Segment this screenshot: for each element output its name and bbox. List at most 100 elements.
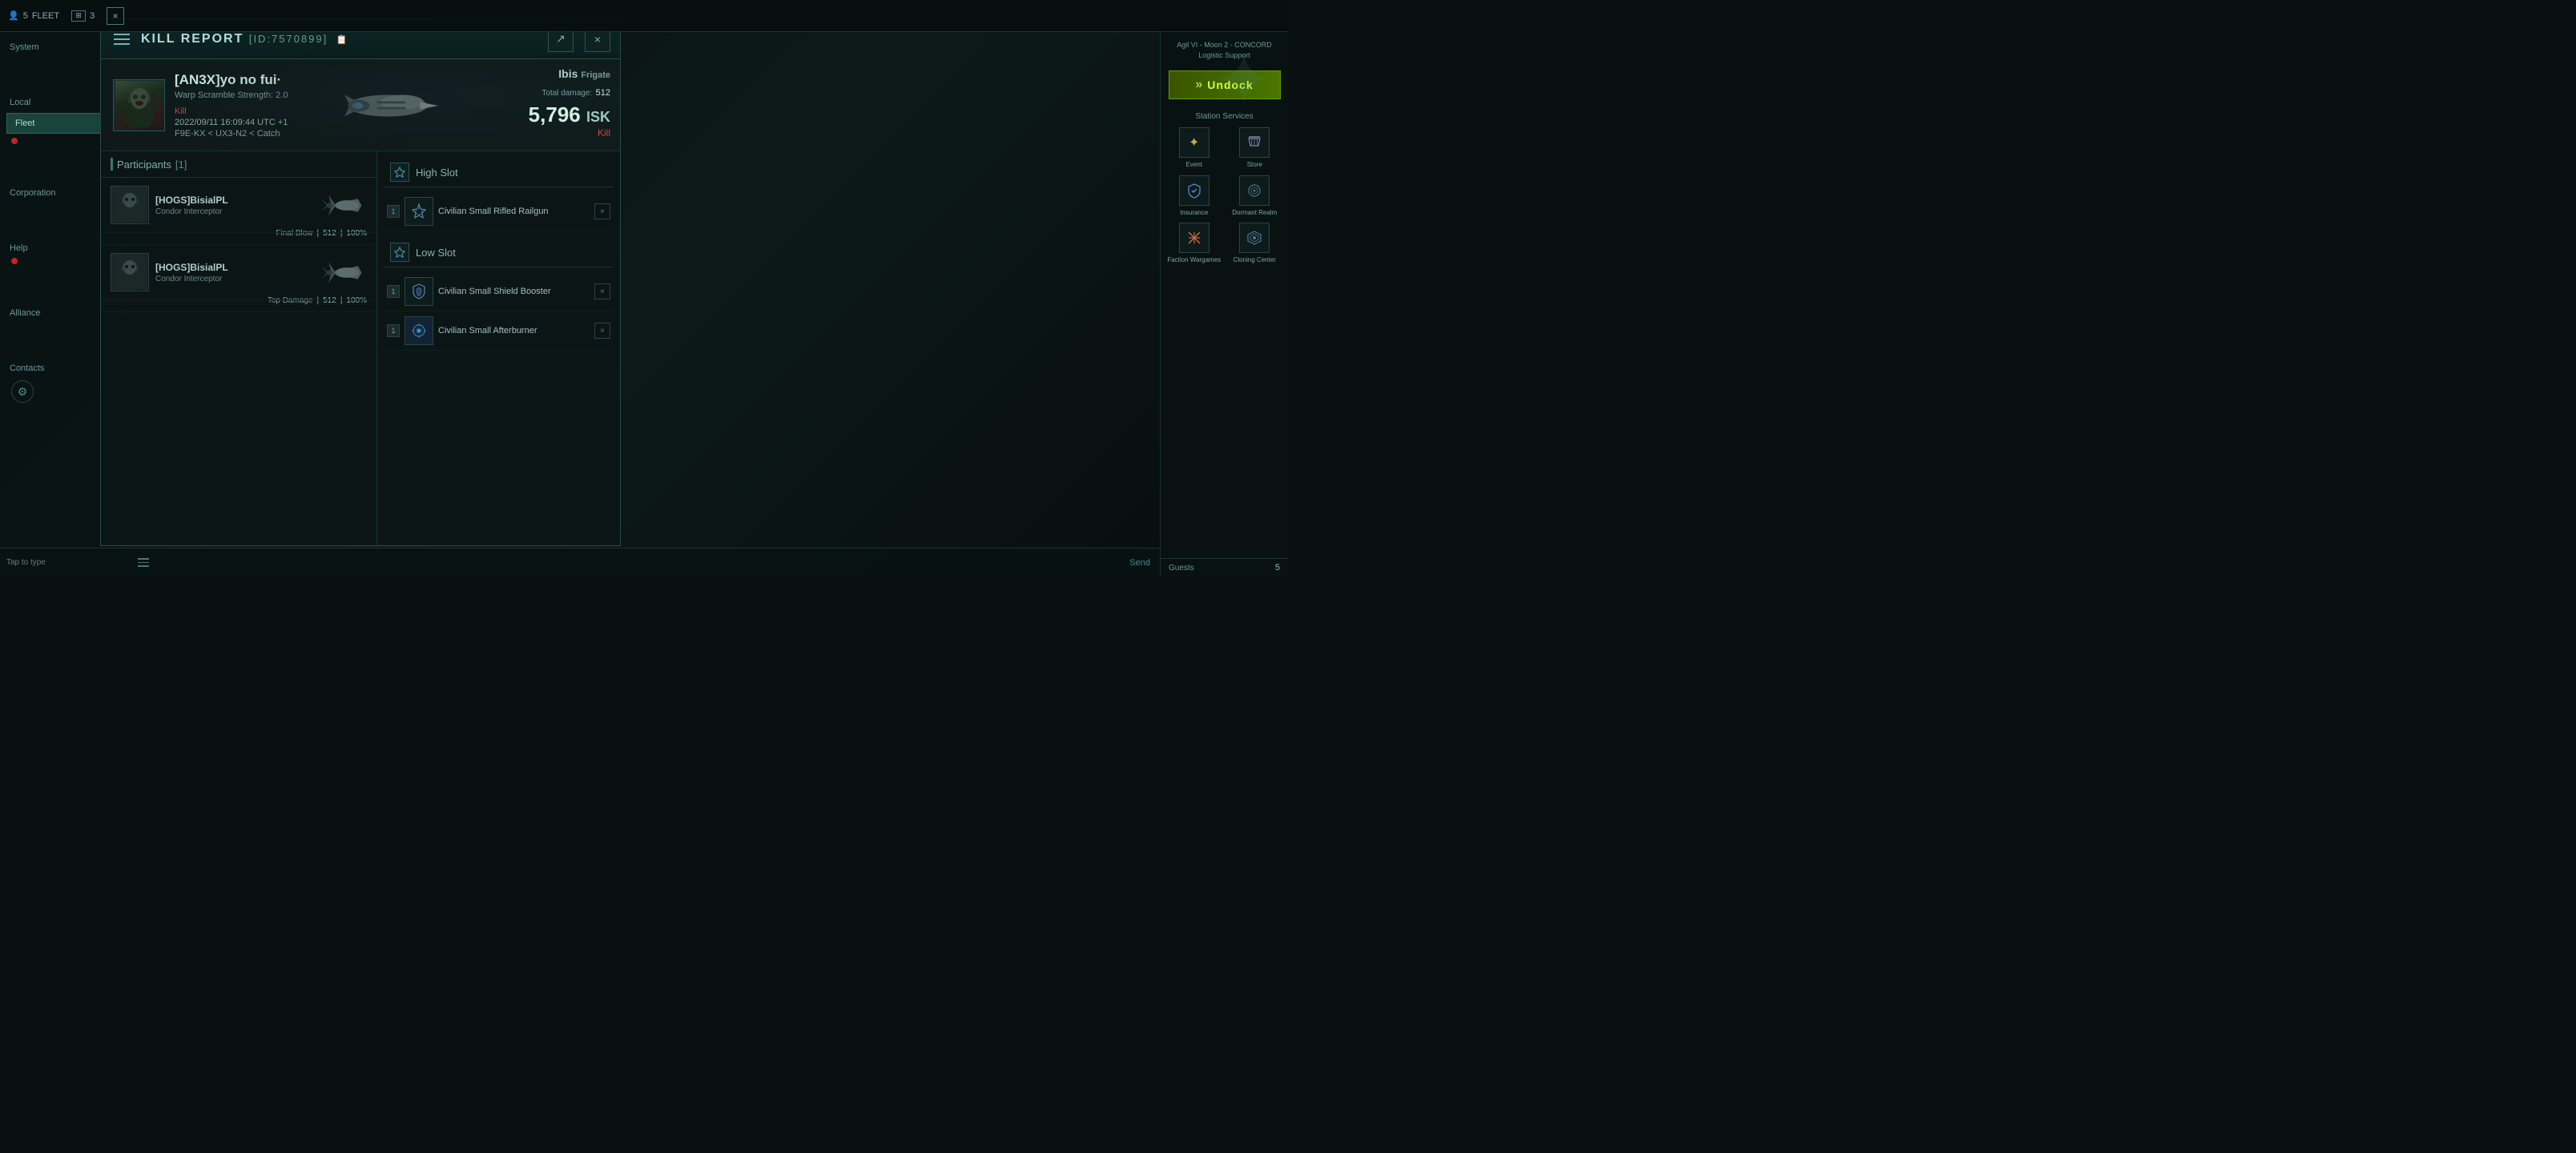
guests-row: Guests 5 xyxy=(1161,558,1288,576)
high-slot-icon xyxy=(390,163,409,182)
service-item-dormant[interactable]: Dormant Realm xyxy=(1228,175,1282,217)
send-menu-button[interactable] xyxy=(138,558,149,567)
ship-svg xyxy=(316,70,460,142)
chat-input-area xyxy=(0,548,128,576)
top-bar: 👤 5 FLEET ⊞ 3 × xyxy=(0,0,1288,32)
kill-report-dialog: KILL REPORT [ID:7570899] 📋 ↗ × xyxy=(100,18,621,546)
cloning-icon xyxy=(1239,223,1270,253)
shield-booster-name: Civilian Small Shield Booster xyxy=(438,287,590,296)
participant-item-2[interactable]: [HOGS]BisialPL Condor Interceptor xyxy=(101,245,376,300)
railgun-name: Civilian Small Rifled Railgun xyxy=(438,207,590,216)
store-label: Store xyxy=(1247,161,1262,169)
kill-type-label: Kill xyxy=(529,127,610,139)
event-label: Event xyxy=(1186,161,1202,169)
service-item-insurance[interactable]: Insurance xyxy=(1167,175,1222,217)
victim-avatar xyxy=(113,79,165,131)
participant-1-ship-img xyxy=(319,189,367,221)
store-icon xyxy=(1239,127,1270,158)
shield-close-button[interactable]: × xyxy=(594,283,610,299)
participants-panel: Participants [1] [HOGS]BisialPL xyxy=(101,151,377,545)
afterburner-close-button[interactable]: × xyxy=(594,323,610,339)
participant-2-avatar xyxy=(111,253,149,291)
service-grid: ✦ Event Store Insur xyxy=(1161,121,1288,271)
screen-item[interactable]: ⊞ 3 xyxy=(71,10,95,22)
insurance-icon xyxy=(1179,175,1210,206)
dormant-label: Dormant Realm xyxy=(1232,209,1277,217)
guests-count: 5 xyxy=(1275,563,1280,572)
topbar-close-button[interactable]: × xyxy=(107,7,124,25)
participant-2-info: [HOGS]BisialPL Condor Interceptor xyxy=(155,262,312,283)
fleet-icon-item[interactable]: 👤 5 FLEET xyxy=(8,10,59,21)
guests-label: Guests xyxy=(1169,564,1194,572)
screen-icon: ⊞ xyxy=(71,10,86,22)
participants-count: [1] xyxy=(175,159,187,171)
high-slot-header: High Slot xyxy=(384,158,614,187)
low-slot-icon xyxy=(390,243,409,262)
faction-icon xyxy=(1179,223,1210,253)
module-row-afterburner: 1 Civilian Small Afterburner xyxy=(384,311,614,351)
ship-class: Frigate xyxy=(581,70,610,80)
railgun-close-button[interactable]: × xyxy=(594,203,610,219)
send-button[interactable]: Send xyxy=(1129,558,1150,568)
screen-count: 3 xyxy=(90,11,95,21)
module-row-shield: 1 Civilian Small Shield Booster × xyxy=(384,272,614,311)
railgun-icon xyxy=(405,197,433,226)
participant-1-avatar xyxy=(111,186,149,224)
service-item-cloning[interactable]: Cloning Center xyxy=(1228,223,1282,264)
copy-icon[interactable]: 📋 xyxy=(336,35,349,45)
participant-2-name: [HOGS]BisialPL xyxy=(155,262,312,273)
shield-qty: 1 xyxy=(387,285,400,298)
ship-name: Ibis Frigate xyxy=(529,67,610,80)
victim-section: [AN3X]yo no fui· Warp Scramble Strength:… xyxy=(101,59,620,151)
participant-2-ship: Condor Interceptor xyxy=(155,275,312,283)
module-row-railgun: 1 Civilian Small Rifled Railgun × xyxy=(384,192,614,231)
fleet-count: 5 xyxy=(23,11,28,21)
participants-header: Participants [1] xyxy=(101,151,376,178)
high-slot-label: High Slot xyxy=(416,167,458,179)
railgun-qty: 1 xyxy=(387,205,400,218)
afterburner-qty: 1 xyxy=(387,324,400,337)
ship-image-area xyxy=(300,63,476,147)
participant-1-name: [HOGS]BisialPL xyxy=(155,195,312,206)
chevrons-icon: » xyxy=(1195,78,1203,92)
fleet-label: FLEET xyxy=(32,11,59,21)
people-icon: 👤 xyxy=(8,10,19,21)
kill-report-title: KILL REPORT [ID:7570899] 📋 xyxy=(141,32,537,46)
avatar-face xyxy=(115,81,163,129)
participant-2-ship-img xyxy=(319,256,367,288)
modules-panel: High Slot 1 Civilian Small Rifled Railgu… xyxy=(377,151,620,545)
shield-booster-icon xyxy=(405,277,433,306)
cloning-label: Cloning Center xyxy=(1234,256,1276,264)
afterburner-icon xyxy=(405,316,433,345)
damage-value: 512 xyxy=(596,88,610,98)
service-item-event[interactable]: ✦ Event xyxy=(1167,127,1222,169)
service-item-store[interactable]: Store xyxy=(1228,127,1282,169)
dormant-icon xyxy=(1239,175,1270,206)
participant-1-ship: Condor Interceptor xyxy=(155,207,312,216)
isk-value: 5,796 ISK xyxy=(529,102,610,127)
damage-row: Total damage: 512 xyxy=(529,85,610,99)
service-item-faction[interactable]: Faction Wargames xyxy=(1167,223,1222,264)
main-content: Participants [1] [HOGS]BisialPL xyxy=(101,151,620,545)
participant-1-info: [HOGS]BisialPL Condor Interceptor xyxy=(155,195,312,216)
insurance-label: Insurance xyxy=(1180,209,1208,217)
help-status-dot xyxy=(11,258,18,264)
report-id: [ID:7570899] xyxy=(249,33,328,45)
send-bar: Send xyxy=(128,548,1160,576)
faction-label: Faction Wargames xyxy=(1167,256,1221,264)
star-emblem: ✦ xyxy=(1204,40,1284,120)
right-sidebar: ✦ Agil VI - Moon 2 - CONCORD Logistic Su… xyxy=(1160,0,1288,576)
low-slot-section: Low Slot 1 Civilian Small Shield Booster… xyxy=(384,238,614,351)
high-slot-section: High Slot 1 Civilian Small Rifled Railgu… xyxy=(384,158,614,231)
chat-input[interactable] xyxy=(6,558,122,567)
event-icon: ✦ xyxy=(1179,127,1210,158)
low-slot-header: Low Slot xyxy=(384,238,614,267)
participants-label: Participants xyxy=(117,159,171,171)
damage-label: Total damage: xyxy=(541,89,592,98)
gear-button[interactable]: ⚙ xyxy=(11,380,34,403)
low-slot-label: Low Slot xyxy=(416,247,456,259)
victim-stats: Ibis Frigate Total damage: 512 5,796 ISK… xyxy=(529,67,610,139)
participant-item[interactable]: [HOGS]BisialPL Condor Interceptor xyxy=(101,178,376,233)
afterburner-name: Civilian Small Afterburner xyxy=(438,326,590,335)
header-bar xyxy=(111,158,113,171)
